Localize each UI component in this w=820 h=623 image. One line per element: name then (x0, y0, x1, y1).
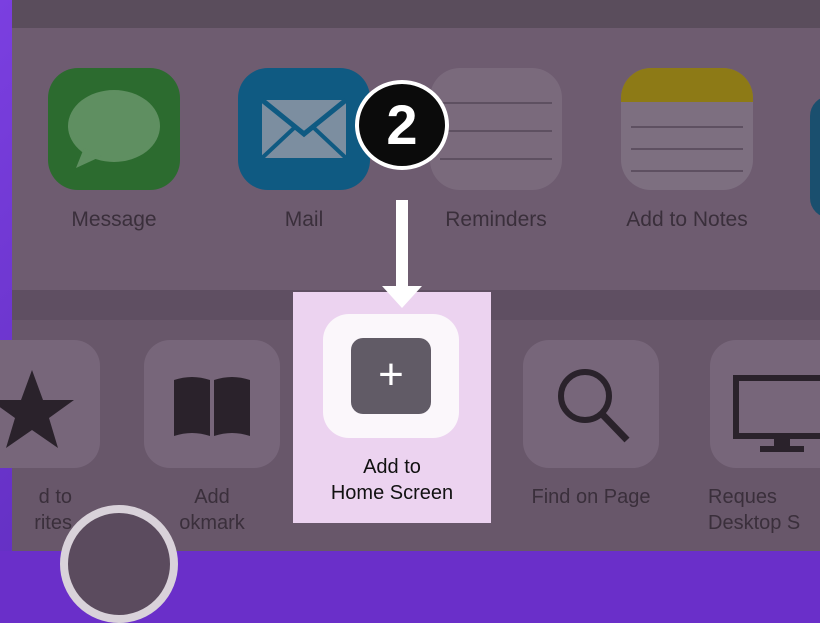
share-app-notes[interactable]: Add to Notes (618, 68, 756, 232)
share-app-label: Add to Notes (626, 208, 748, 231)
action-label: Reques Desktop S (708, 486, 801, 534)
share-app-label: Message (71, 208, 157, 231)
share-app-reminders[interactable]: Reminders (430, 68, 562, 232)
add-to-home-screen-action[interactable]: + Add to Home Screen (293, 292, 491, 523)
add-to-home-screen-tile: + (323, 314, 459, 438)
share-app-partial[interactable] (810, 96, 820, 218)
star-icon (0, 340, 100, 468)
share-app-label: Mail (284, 208, 324, 231)
action-label: Find on Page (531, 486, 651, 508)
action-label: Add to Home Screen (330, 456, 454, 504)
notes-icon (621, 68, 753, 190)
magnifier-icon (523, 340, 659, 468)
action-add-to-favorites[interactable]: d to rites (0, 340, 112, 536)
top-bar (12, 0, 820, 28)
reminders-icon (430, 68, 562, 190)
arrow-head-icon (382, 286, 422, 308)
message-icon (48, 68, 180, 190)
mail-icon (238, 68, 370, 190)
step-number-badge: 2 (355, 80, 449, 170)
plus-icon: + (351, 338, 431, 414)
action-add-bookmark[interactable]: Add okmark (144, 340, 280, 536)
action-find-on-page[interactable]: Find on Page (516, 340, 666, 510)
share-app-message[interactable]: Message (48, 68, 180, 232)
action-request-desktop[interactable]: Reques Desktop S (708, 340, 820, 536)
book-icon (144, 340, 280, 468)
arrow-down-icon (396, 200, 408, 288)
gauge-icon (60, 505, 178, 623)
desktop-icon (710, 340, 820, 468)
share-app-mail[interactable]: Mail (238, 68, 370, 232)
share-app-label: Reminders (445, 208, 547, 231)
